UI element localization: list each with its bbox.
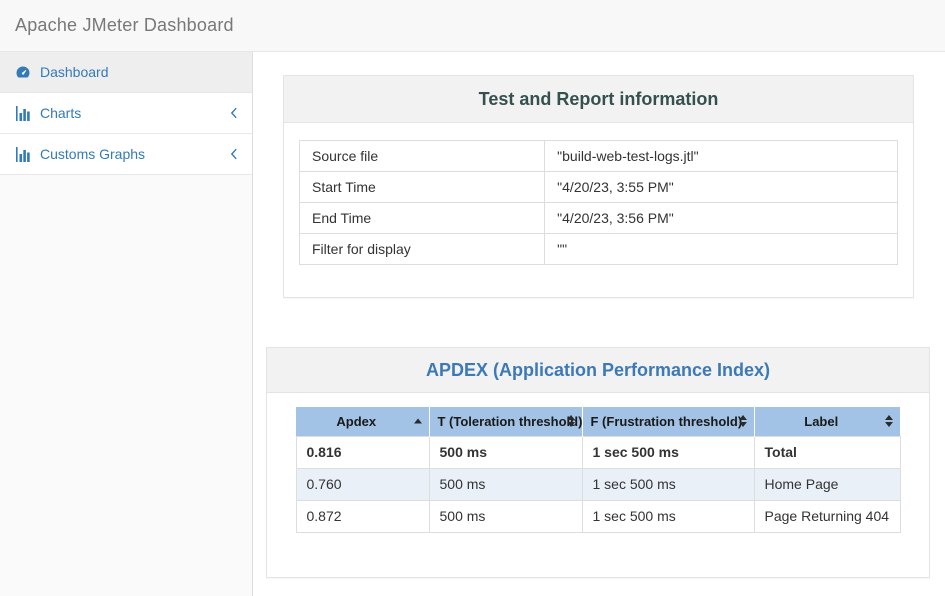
- test-report-info-panel: Test and Report information Source file …: [283, 75, 914, 298]
- sidebar-item-label: Customs Graphs: [40, 146, 145, 162]
- sort-ascending-icon: [414, 419, 422, 424]
- apdex-value: 0.760: [296, 468, 429, 500]
- table-row: Start Time "4/20/23, 3:55 PM": [300, 172, 898, 203]
- chevron-left-icon: [230, 107, 238, 119]
- sidebar-item-dashboard[interactable]: Dashboard: [0, 52, 252, 93]
- apdex-table: Apdex T (Toleration threshold) F (Frustr…: [296, 407, 901, 533]
- apdex-panel: APDEX (Application Performance Index) Ap…: [266, 347, 930, 578]
- frustration-value: 1 sec 500 ms: [582, 436, 754, 468]
- column-header-apdex[interactable]: Apdex: [296, 407, 429, 436]
- apdex-value: 0.816: [296, 436, 429, 468]
- sort-both-icon: [739, 415, 747, 427]
- label-value: Page Returning 404: [754, 500, 900, 532]
- sidebar-item-charts[interactable]: Charts: [0, 93, 252, 134]
- sidebar-item-customs-graphs[interactable]: Customs Graphs: [0, 134, 252, 175]
- column-header-label[interactable]: Label: [754, 407, 900, 436]
- table-row: End Time "4/20/23, 3:56 PM": [300, 203, 898, 234]
- sidebar: Dashboard Charts: [0, 52, 253, 596]
- apdex-row-home-page: 0.760 500 ms 1 sec 500 ms Home Page: [296, 468, 900, 500]
- app-title: Apache JMeter Dashboard: [15, 15, 234, 36]
- toleration-value: 500 ms: [429, 500, 582, 532]
- apdex-row-page-returning-404: 0.872 500 ms 1 sec 500 ms Page Returning…: [296, 500, 900, 532]
- sidebar-item-label: Dashboard: [40, 64, 109, 80]
- test-report-info-table: Source file "build-web-test-logs.jtl" St…: [299, 140, 898, 265]
- jmeter-dashboard-page: Apache JMeter Dashboard Dashboard: [0, 0, 945, 596]
- info-value: "4/20/23, 3:55 PM": [545, 172, 898, 203]
- apdex-panel-title[interactable]: APDEX (Application Performance Index): [426, 360, 770, 381]
- table-row: Source file "build-web-test-logs.jtl": [300, 141, 898, 172]
- toleration-value: 500 ms: [429, 468, 582, 500]
- column-label: Apdex: [336, 414, 376, 429]
- sort-both-icon: [885, 415, 893, 427]
- info-label: End Time: [300, 203, 545, 234]
- label-value: Total: [754, 436, 900, 468]
- column-header-frustration-threshold[interactable]: F (Frustration threshold): [582, 407, 754, 436]
- apdex-row-total: 0.816 500 ms 1 sec 500 ms Total: [296, 436, 900, 468]
- toleration-value: 500 ms: [429, 436, 582, 468]
- dashboard-gauge-icon: [15, 64, 31, 80]
- bar-chart-icon: [15, 105, 31, 121]
- bar-chart-icon: [15, 146, 31, 162]
- column-label: Label: [804, 414, 838, 429]
- info-value: "": [545, 234, 898, 265]
- column-header-toleration-threshold[interactable]: T (Toleration threshold): [429, 407, 582, 436]
- info-label: Source file: [300, 141, 545, 172]
- app-header: Apache JMeter Dashboard: [0, 0, 945, 52]
- sort-both-icon: [567, 415, 575, 427]
- info-value: "4/20/23, 3:56 PM": [545, 203, 898, 234]
- column-label: T (Toleration threshold): [438, 414, 583, 429]
- sidebar-item-label: Charts: [40, 105, 81, 121]
- frustration-value: 1 sec 500 ms: [582, 468, 754, 500]
- chevron-left-icon: [230, 148, 238, 160]
- info-label: Filter for display: [300, 234, 545, 265]
- table-row: Filter for display "": [300, 234, 898, 265]
- apdex-header-row: Apdex T (Toleration threshold) F (Frustr…: [296, 407, 900, 436]
- info-label: Start Time: [300, 172, 545, 203]
- info-value: "build-web-test-logs.jtl": [545, 141, 898, 172]
- test-report-info-title: Test and Report information: [479, 89, 719, 110]
- frustration-value: 1 sec 500 ms: [582, 500, 754, 532]
- panel-heading: APDEX (Application Performance Index): [267, 348, 929, 393]
- panel-body: Apdex T (Toleration threshold) F (Frustr…: [267, 393, 929, 533]
- panel-body: Source file "build-web-test-logs.jtl" St…: [284, 123, 913, 280]
- column-label: F (Frustration threshold): [591, 414, 743, 429]
- panel-heading: Test and Report information: [284, 76, 913, 123]
- apdex-value: 0.872: [296, 500, 429, 532]
- label-value: Home Page: [754, 468, 900, 500]
